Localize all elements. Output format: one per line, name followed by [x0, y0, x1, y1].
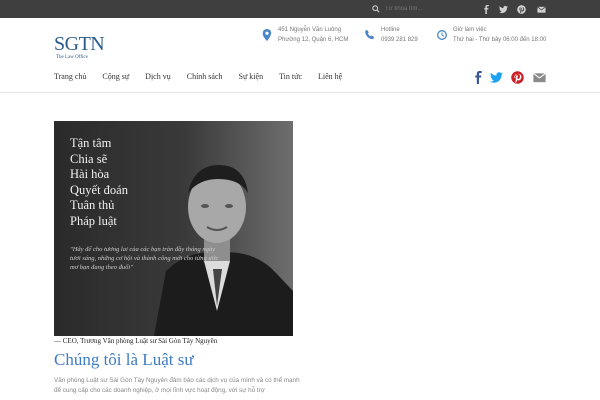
nav-item-trang-chu[interactable]: Trang chủ: [54, 72, 86, 84]
nav-item-lien-he[interactable]: Liên hệ: [318, 72, 342, 84]
address-line2: Phường 12, Quận 6, HCM: [278, 37, 349, 43]
header-divider: [0, 92, 600, 93]
mail-icon[interactable]: [535, 3, 547, 15]
site-logo[interactable]: SGTN The Law Office: [54, 34, 105, 64]
hero-value: Chia sẽ: [70, 151, 108, 166]
nav-item-tin-tuc[interactable]: Tin tức: [279, 72, 302, 84]
twitter-share-icon[interactable]: [489, 70, 503, 84]
hotline-label: Hotline: [381, 27, 400, 33]
hero-value: Hài hòa: [70, 167, 110, 181]
logo-tagline: The Law Office: [56, 55, 88, 60]
nav-item-chinh-sach[interactable]: Chính sách: [187, 72, 223, 84]
hero-banner: Tận tâm Chia sẽ Hài hòa Quyết đoán Tuân …: [54, 121, 293, 336]
hero-value: Tuân thủ: [70, 198, 115, 212]
search-box[interactable]: [372, 3, 460, 15]
hours-label: Giờ làm việc: [453, 27, 487, 33]
address-line1: 451 Nguyễn Văn Luông: [278, 27, 342, 33]
hero-value: Quyết đoán: [70, 182, 128, 197]
hours-value: Thứ hai - Thứ bảy 06:00 đến 18:00: [453, 37, 547, 43]
facebook-icon[interactable]: [480, 3, 492, 15]
hero-quote: "Hãy để cho tương lai của các bạn tràn đ…: [70, 246, 219, 271]
clock-icon: [437, 30, 447, 40]
twitter-icon[interactable]: [497, 3, 509, 15]
nav-item-dich-vu[interactable]: Dịch vụ: [145, 72, 171, 84]
logo-mark: SGTN: [54, 33, 105, 55]
intro-paragraph: Văn phòng Luật sư Sài Gòn Tây Nguyên đảm…: [54, 377, 300, 394]
facebook-share-icon[interactable]: [471, 70, 485, 84]
search-input[interactable]: [385, 6, 455, 12]
pinterest-icon[interactable]: [515, 3, 527, 15]
nav-item-cong-su[interactable]: Cộng sự: [102, 72, 129, 84]
mail-share-icon[interactable]: [532, 70, 546, 84]
pinterest-share-icon[interactable]: [510, 70, 524, 84]
nav-item-su-kien[interactable]: Sự kiện: [239, 72, 264, 84]
search-icon[interactable]: [372, 5, 380, 13]
map-pin-icon: [262, 29, 272, 41]
hero-caption: — CEO, Trương Văn phòng Luật sư Sài Gòn …: [54, 337, 218, 345]
hero-values: Tận tâm Chia sẽ Hài hòa Quyết đoán Tuân …: [70, 136, 128, 229]
section-headline: Chúng tôi là Luật sư: [54, 350, 194, 369]
phone-icon: [365, 30, 374, 40]
top-bar: [0, 0, 600, 18]
main-nav: Trang chủ Cộng sự Dịch vụ Chính sách Sự …: [54, 72, 358, 84]
hero-value: Tận tâm: [70, 136, 112, 150]
hero-value: Pháp luật: [70, 213, 117, 228]
hotline-number[interactable]: 0939 281 829: [381, 37, 418, 43]
